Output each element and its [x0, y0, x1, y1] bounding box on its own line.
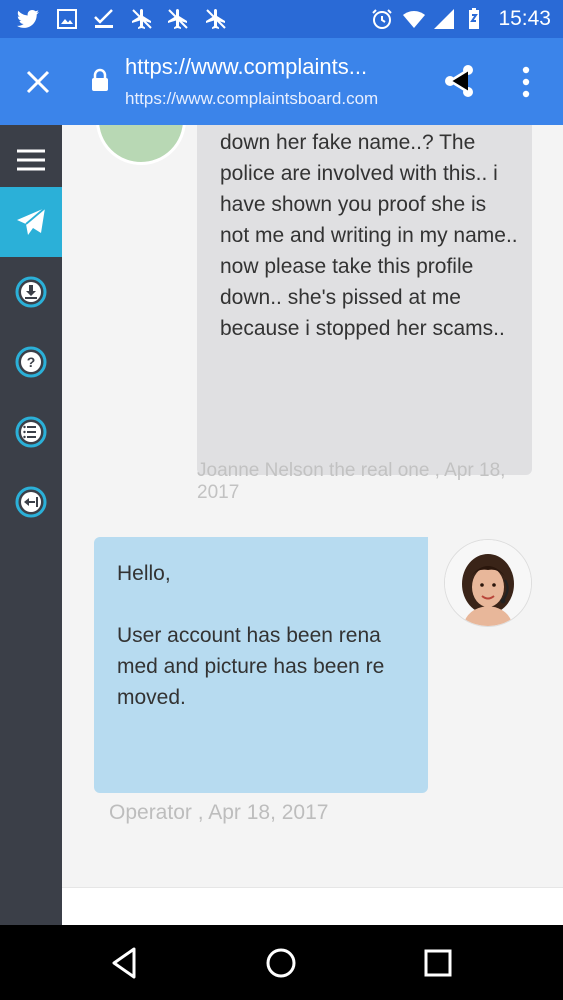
plane-off-icon [206, 9, 226, 29]
operator-message-text: Hello, User account has been rena med an… [117, 558, 417, 744]
home-nav-icon[interactable] [261, 943, 301, 983]
page-footer [62, 887, 563, 926]
sidebar-item-download[interactable] [0, 257, 62, 327]
send-icon [17, 207, 46, 235]
plane-off-icon [168, 9, 188, 29]
twitter-icon [17, 10, 39, 28]
user-message-text: down her fake name..? The police are inv… [220, 131, 518, 340]
status-bar: 15:43 [0, 0, 563, 38]
share-icon[interactable] [443, 64, 475, 98]
svg-text:?: ? [27, 354, 36, 370]
signal-icon [434, 9, 454, 29]
sidebar-item-list[interactable] [0, 397, 62, 467]
operator-avatar-image [445, 540, 531, 626]
system-nav-bar [0, 925, 563, 1000]
lock-icon [92, 68, 108, 91]
user-message-meta: Joanne Nelson the real one , Apr 18, 201… [197, 460, 506, 503]
clock: 15:43 [498, 7, 551, 30]
sidebar: ? [0, 125, 62, 925]
browser-toolbar: https://www.complaints... https://www.co… [0, 38, 563, 125]
page-url[interactable]: https://www.complaintsboard.com [125, 89, 425, 109]
check-double-icon [94, 9, 113, 28]
operator-reply: User account has been rena med and pictu… [117, 624, 385, 709]
sidebar-item-back[interactable] [0, 467, 62, 537]
close-icon[interactable] [20, 64, 56, 100]
list-icon [15, 416, 47, 448]
operator-avatar [444, 539, 532, 627]
conversation-thread: down her fake name..? The police are inv… [62, 125, 563, 887]
battery-icon [469, 8, 479, 29]
sidebar-item-help[interactable]: ? [0, 327, 62, 397]
page-title[interactable]: https://www.complaints... [125, 54, 415, 80]
back-icon [15, 486, 47, 518]
menu-icon [17, 149, 45, 171]
plane-off-icon [132, 9, 152, 29]
recents-nav-icon[interactable] [418, 943, 458, 983]
overflow-menu-icon[interactable] [520, 66, 532, 98]
sidebar-item-send[interactable] [0, 187, 62, 257]
operator-message-meta: Operator , Apr 18, 2017 [109, 801, 329, 824]
wifi-icon [403, 11, 425, 28]
back-nav-icon[interactable] [104, 943, 144, 983]
alarm-icon [372, 9, 392, 29]
help-icon: ? [15, 346, 47, 378]
operator-greeting: Hello, [117, 562, 171, 585]
user-avatar [96, 125, 186, 165]
sidebar-item-menu[interactable] [0, 125, 62, 195]
download-icon [15, 276, 47, 308]
gallery-icon [57, 9, 77, 29]
